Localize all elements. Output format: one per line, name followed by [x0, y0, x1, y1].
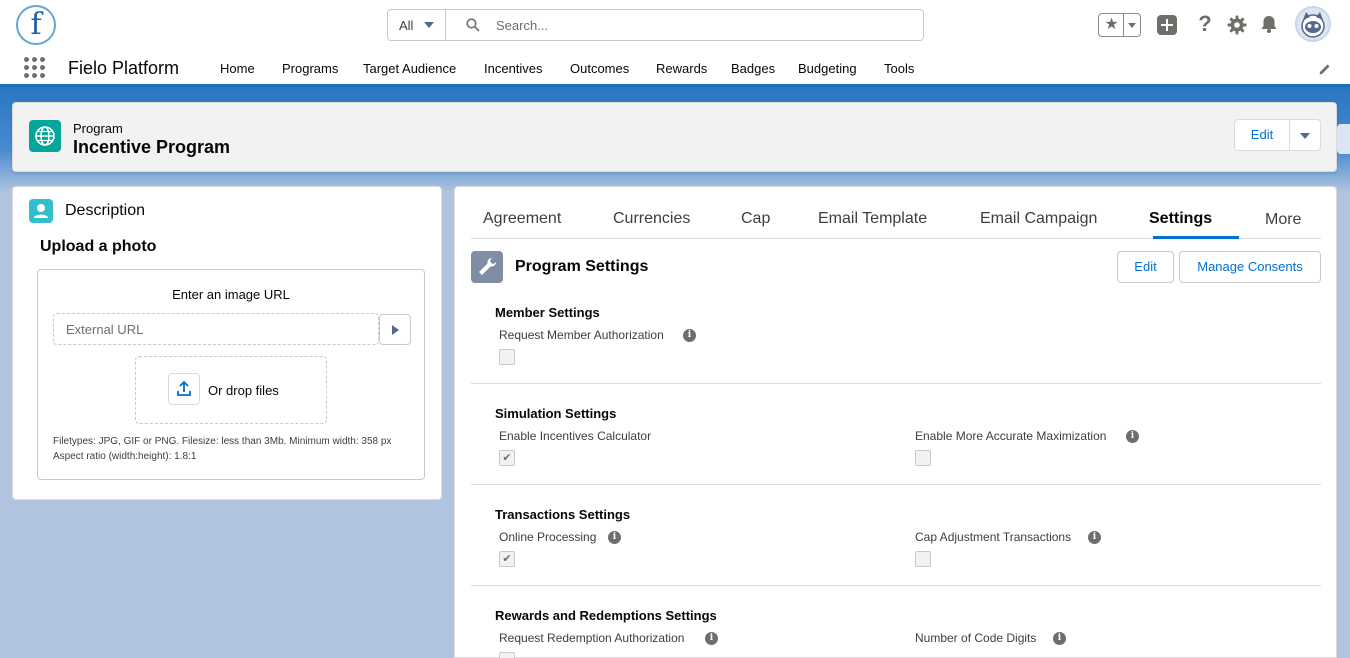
field-label-cap-adjustment-transactions: Cap Adjustment Transactions [915, 530, 1072, 544]
nav-item-tools[interactable]: Tools [884, 61, 914, 76]
globe-icon [29, 120, 61, 152]
field-label-number-of-code-digits: Number of Code Digits [915, 631, 1037, 645]
checkbox-request-member-authorization [499, 349, 515, 365]
info-icon[interactable]: i [1053, 632, 1066, 645]
tab-agreement[interactable]: Agreement [483, 210, 561, 228]
global-header: f All ★ ? [0, 0, 1350, 50]
field-label-request-member-authorization: Request Member Authorization [499, 328, 664, 342]
section-title-rewards-and-redemptions-settings: Rewards and Redemptions Settings [495, 608, 717, 623]
file-drop-zone[interactable]: Or drop files [135, 356, 327, 424]
info-icon[interactable]: i [608, 531, 621, 544]
file-note-line: Filetypes: JPG, GIF or PNG. Filesize: le… [53, 436, 392, 447]
record-edit-button[interactable]: Edit [1234, 119, 1290, 151]
astro-avatar-icon [1301, 12, 1325, 38]
section-title-simulation-settings: Simulation Settings [495, 406, 617, 421]
section-divider [471, 484, 1321, 485]
info-icon[interactable]: i [1126, 430, 1139, 443]
file-note-line: Aspect ratio (width:height): 1.8:1 [53, 451, 197, 462]
submit-url-button[interactable] [379, 314, 411, 345]
checkbox-enable-more-accurate-maximization [915, 450, 931, 466]
tab-settings[interactable]: Settings [1149, 210, 1212, 228]
tab-bar: Agreement Currencies Cap Email Template … [471, 199, 1321, 239]
tab-currencies[interactable]: Currencies [613, 210, 690, 228]
logo-letter: f [30, 7, 42, 42]
description-card: Description Upload a photo Enter an imag… [12, 186, 442, 500]
tab-cap[interactable]: Cap [741, 210, 770, 228]
tab-email-campaign[interactable]: Email Campaign [980, 210, 1097, 228]
star-icon: ★ [1100, 14, 1124, 36]
manage-consents-button[interactable]: Manage Consents [1179, 251, 1321, 283]
fielo-logo[interactable]: f [16, 5, 56, 45]
nav-item-target-audience[interactable]: Target Audience [363, 61, 456, 76]
edit-nav-pencil-icon[interactable] [1318, 62, 1332, 76]
chevron-down-icon [424, 22, 434, 28]
app-nav-bar: Fielo Platform Home Programs Target Audi… [0, 50, 1350, 87]
drop-files-label: Or drop files [208, 383, 279, 398]
program-settings-title: Program Settings [515, 258, 649, 275]
external-url-input[interactable] [53, 313, 379, 345]
search-scope-dropdown[interactable]: All [388, 10, 446, 40]
person-icon [29, 199, 53, 223]
favorites-button[interactable]: ★ [1098, 13, 1141, 37]
record-title: Incentive Program [73, 137, 231, 157]
nav-item-outcomes[interactable]: Outcomes [570, 61, 629, 76]
settings-edit-button[interactable]: Edit [1117, 251, 1174, 283]
checkbox-enable-incentives-calculator: ✔ [499, 450, 515, 466]
section-title-member-settings: Member Settings [495, 305, 600, 320]
info-icon[interactable]: i [1088, 531, 1101, 544]
nav-item-incentives[interactable]: Incentives [484, 61, 543, 76]
nav-item-home[interactable]: Home [220, 61, 255, 76]
chevron-down-icon [1128, 23, 1136, 28]
record-header: Program Incentive Program Edit [12, 102, 1337, 172]
info-icon[interactable]: i [705, 632, 718, 645]
record-type: Program [73, 121, 123, 136]
search-input[interactable] [496, 10, 916, 40]
record-actions-menu-button[interactable] [1289, 119, 1321, 151]
checkbox-online-processing: ✔ [499, 551, 515, 567]
upload-photo-title: Upload a photo [40, 238, 157, 255]
help-icon[interactable]: ? [1196, 12, 1214, 36]
upload-icon [177, 380, 191, 396]
tab-email-template[interactable]: Email Template [818, 210, 927, 228]
side-panel-toggle[interactable] [1337, 124, 1350, 154]
related-tabs-card: Agreement Currencies Cap Email Template … [454, 186, 1337, 658]
field-label-request-redemption-authorization: Request Redemption Authorization [499, 631, 685, 645]
app-name: Fielo Platform [68, 58, 180, 78]
gear-icon[interactable] [1227, 15, 1247, 35]
checkbox-cap-adjustment-transactions [915, 551, 931, 567]
nav-item-badges[interactable]: Badges [731, 61, 775, 76]
wrench-icon [471, 251, 503, 283]
nav-item-programs[interactable]: Programs [282, 61, 338, 76]
image-url-label: Enter an image URL [172, 287, 290, 302]
checkbox-request-redemption-authorization [499, 652, 515, 658]
global-actions-plus-icon[interactable] [1157, 15, 1177, 35]
section-title-transactions-settings: Transactions Settings [495, 507, 631, 522]
user-avatar[interactable] [1295, 6, 1331, 42]
search-scope-label: All [399, 18, 414, 33]
global-search: All [387, 9, 924, 41]
section-divider [471, 585, 1321, 586]
nav-item-budgeting[interactable]: Budgeting [798, 61, 857, 76]
upload-box: Enter an image URL Or drop files Filetyp… [37, 269, 425, 480]
field-label-online-processing: Online Processing [499, 530, 597, 544]
field-label-enable-incentives-calculator: Enable Incentives Calculator [499, 429, 652, 443]
active-tab-indicator [1153, 236, 1239, 239]
tab-more[interactable]: More [1265, 211, 1301, 229]
upload-button[interactable] [168, 373, 200, 405]
bell-icon[interactable] [1259, 14, 1279, 34]
app-launcher-icon[interactable] [24, 57, 46, 79]
info-icon[interactable]: i [683, 329, 696, 342]
file-requirements-note: Filetypes: JPG, GIF or PNG. Filesize: le… [53, 434, 413, 464]
nav-item-rewards[interactable]: Rewards [656, 61, 707, 76]
section-divider [471, 383, 1321, 384]
field-label-enable-more-accurate-maximization: Enable More Accurate Maximization [915, 429, 1107, 443]
description-card-title: Description [65, 202, 146, 219]
search-icon [466, 18, 480, 32]
